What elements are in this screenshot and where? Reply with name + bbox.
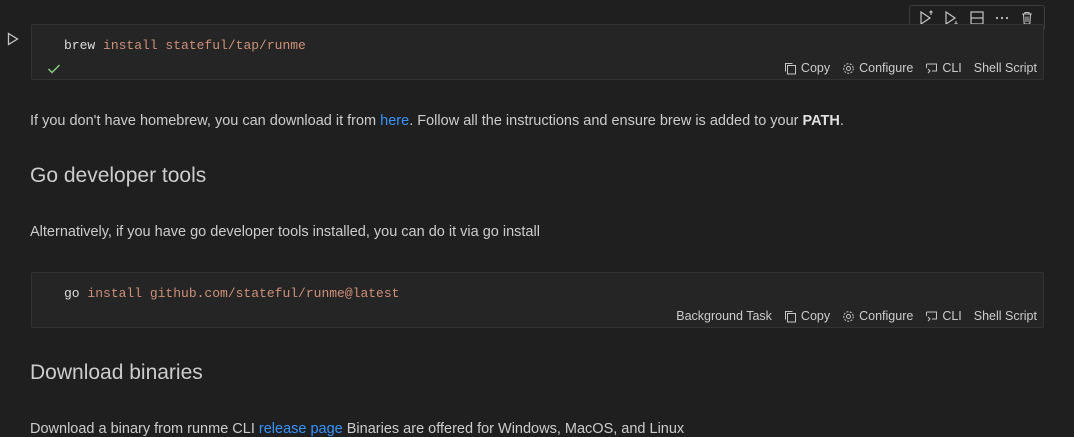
gear-icon xyxy=(842,62,855,75)
here-link[interactable]: here xyxy=(380,113,409,129)
code-cell-go[interactable]: go install github.com/stateful/runme@lat… xyxy=(31,272,1044,328)
configure-button[interactable]: Configure xyxy=(836,61,919,75)
cell-status-bar: Copy Configure CLI Shell Script xyxy=(778,61,1043,75)
code-arguments: install github.com/stateful/runme@latest xyxy=(79,286,400,301)
code-command: go xyxy=(64,286,80,301)
background-task-toggle[interactable]: Background Task xyxy=(670,309,778,323)
cli-button[interactable]: CLI xyxy=(919,309,967,323)
paragraph-text: . Follow all the instructions and ensure… xyxy=(409,113,803,129)
copy-icon xyxy=(784,62,797,75)
copy-label: Copy xyxy=(800,61,831,75)
code-cell-brew[interactable]: brew install stateful/tap/runme Copy Con… xyxy=(31,24,1044,80)
terminal-icon xyxy=(925,62,938,75)
copy-button[interactable]: Copy xyxy=(778,309,836,323)
configure-button[interactable]: Configure xyxy=(836,309,919,323)
cli-label: CLI xyxy=(942,61,962,75)
code-command: brew xyxy=(64,38,96,53)
paragraph-text: Binaries are offered for Windows, MacOS,… xyxy=(342,421,685,437)
heading-go-developer-tools: Go developer tools xyxy=(30,164,207,187)
code-line[interactable]: brew install stateful/tap/runme xyxy=(64,38,306,53)
copy-button[interactable]: Copy xyxy=(778,61,836,75)
paragraph-download-binary: Download a binary from runme CLI release… xyxy=(30,421,684,437)
background-task-label: Background Task xyxy=(676,309,772,323)
paragraph-homebrew: If you don't have homebrew, you can down… xyxy=(30,113,844,129)
cli-button[interactable]: CLI xyxy=(919,61,967,75)
terminal-icon xyxy=(925,310,938,323)
paragraph-go-install: Alternatively, if you have go developer … xyxy=(30,224,540,240)
run-cell-icon[interactable] xyxy=(6,31,20,47)
language-selector[interactable]: Shell Script xyxy=(968,309,1043,323)
configure-label: Configure xyxy=(859,309,914,323)
path-bold: PATH xyxy=(802,113,840,129)
copy-icon xyxy=(784,310,797,323)
copy-label: Copy xyxy=(800,309,831,323)
language-selector[interactable]: Shell Script xyxy=(968,61,1043,75)
paragraph-text: Download a binary from runme CLI xyxy=(30,421,259,437)
language-label: Shell Script xyxy=(973,61,1037,75)
heading-download-binaries: Download binaries xyxy=(30,361,203,384)
paragraph-text: If you don't have homebrew, you can down… xyxy=(30,113,381,129)
language-label: Shell Script xyxy=(973,309,1037,323)
gear-icon xyxy=(842,310,855,323)
success-check-icon xyxy=(47,62,63,76)
code-line[interactable]: go install github.com/stateful/runme@lat… xyxy=(64,286,399,301)
release-page-link[interactable]: release page xyxy=(259,421,343,437)
code-arguments: install stateful/tap/runme xyxy=(95,38,306,53)
cell-status-bar: Background Task Copy Configure CLI Shell… xyxy=(670,309,1043,323)
configure-label: Configure xyxy=(859,61,914,75)
cli-label: CLI xyxy=(942,309,962,323)
paragraph-text: . xyxy=(839,113,844,129)
